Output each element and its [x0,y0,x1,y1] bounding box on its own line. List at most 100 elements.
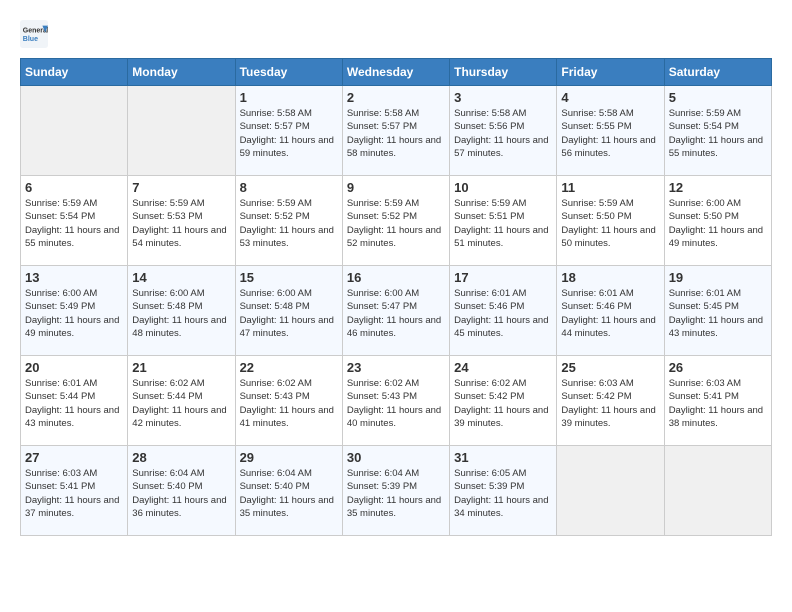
day-number: 20 [25,360,123,375]
day-info: Sunrise: 6:01 AM Sunset: 5:46 PM Dayligh… [561,287,659,340]
header-cell-friday: Friday [557,59,664,86]
day-cell: 3Sunrise: 5:58 AM Sunset: 5:56 PM Daylig… [450,86,557,176]
day-number: 4 [561,90,659,105]
day-info: Sunrise: 6:03 AM Sunset: 5:42 PM Dayligh… [561,377,659,430]
day-number: 11 [561,180,659,195]
day-number: 10 [454,180,552,195]
day-cell: 30 Sunrise: 6:04 AM Sunset: 5:39 PM Dayli… [342,446,449,536]
day-info: Sunrise: 5:58 AM Sunset: 5:57 PM Dayligh… [240,107,338,160]
day-number: 18 [561,270,659,285]
svg-text:Blue: Blue [23,36,38,43]
week-row-2: 6 Sunrise: 5:59 AM Sunset: 5:54 PM Daylig… [21,176,772,266]
day-info: Sunrise: 6:01 AM Sunset: 5:45 PM Dayligh… [669,287,767,340]
day-number: 8 [240,180,338,195]
day-cell: 28 Sunrise: 6:04 AM Sunset: 5:40 PM Dayli… [128,446,235,536]
day-cell: 29Sunrise: 6:04 AM Sunset: 5:40 PM Dayli… [235,446,342,536]
day-info: Sunrise: 5:59 AM Sunset: 5:50 PM Dayligh… [561,197,659,250]
day-cell: 8 Sunrise: 5:59 AM Sunset: 5:52 PM Daylig… [235,176,342,266]
calendar-body: 1 Sunrise: 5:58 AM Sunset: 5:57 PM Daylig… [21,86,772,536]
day-number: 17 [454,270,552,285]
day-number: 3 [454,90,552,105]
day-number: 25 [561,360,659,375]
day-info: Sunrise: 6:01 AM Sunset: 5:46 PM Dayligh… [454,287,552,340]
day-info: Sunrise: 5:59 AM Sunset: 5:53 PM Dayligh… [132,197,230,250]
day-info: Sunrise: 6:00 AM Sunset: 5:48 PM Dayligh… [132,287,230,340]
day-info: Sunrise: 6:03 AM Sunset: 5:41 PM Dayligh… [25,467,123,520]
day-number: 5 [669,90,767,105]
day-cell: 21 Sunrise: 6:02 AM Sunset: 5:44 PM Dayli… [128,356,235,446]
day-cell: 14Sunrise: 6:00 AM Sunset: 5:48 PM Dayli… [128,266,235,356]
day-info: Sunrise: 6:00 AM Sunset: 5:47 PM Dayligh… [347,287,445,340]
header-cell-wednesday: Wednesday [342,59,449,86]
day-number: 7 [132,180,230,195]
day-cell: 25 Sunrise: 6:03 AM Sunset: 5:42 PM Dayli… [557,356,664,446]
day-info: Sunrise: 5:58 AM Sunset: 5:57 PM Dayligh… [347,107,445,160]
day-info: Sunrise: 6:00 AM Sunset: 5:49 PM Dayligh… [25,287,123,340]
header-cell-saturday: Saturday [664,59,771,86]
day-cell: 31 Sunrise: 6:05 AM Sunset: 5:39 PM Dayli… [450,446,557,536]
day-info: Sunrise: 6:02 AM Sunset: 5:42 PM Dayligh… [454,377,552,430]
day-number: 12 [669,180,767,195]
day-cell: 24Sunrise: 6:02 AM Sunset: 5:42 PM Dayli… [450,356,557,446]
day-info: Sunrise: 5:58 AM Sunset: 5:55 PM Dayligh… [561,107,659,160]
day-number: 15 [240,270,338,285]
day-cell: 4 Sunrise: 5:58 AM Sunset: 5:55 PM Daylig… [557,86,664,176]
header-cell-monday: Monday [128,59,235,86]
day-cell: 16Sunrise: 6:00 AM Sunset: 5:47 PM Dayli… [342,266,449,356]
day-cell [664,446,771,536]
day-number: 31 [454,450,552,465]
day-number: 19 [669,270,767,285]
calendar-table: SundayMondayTuesdayWednesdayThursdayFrid… [20,58,772,536]
day-number: 13 [25,270,123,285]
day-info: Sunrise: 6:00 AM Sunset: 5:50 PM Dayligh… [669,197,767,250]
day-number: 2 [347,90,445,105]
day-number: 9 [347,180,445,195]
header-cell-sunday: Sunday [21,59,128,86]
day-info: Sunrise: 6:04 AM Sunset: 5:40 PM Dayligh… [132,467,230,520]
day-cell [557,446,664,536]
day-cell: 9 Sunrise: 5:59 AM Sunset: 5:52 PM Daylig… [342,176,449,266]
header-row: SundayMondayTuesdayWednesdayThursdayFrid… [21,59,772,86]
day-info: Sunrise: 6:03 AM Sunset: 5:41 PM Dayligh… [669,377,767,430]
day-number: 1 [240,90,338,105]
day-number: 30 [347,450,445,465]
day-info: Sunrise: 6:00 AM Sunset: 5:48 PM Dayligh… [240,287,338,340]
calendar-header: SundayMondayTuesdayWednesdayThursdayFrid… [21,59,772,86]
day-number: 6 [25,180,123,195]
day-info: Sunrise: 6:05 AM Sunset: 5:39 PM Dayligh… [454,467,552,520]
day-number: 29 [240,450,338,465]
day-cell: 26 Sunrise: 6:03 AM Sunset: 5:41 PM Dayli… [664,356,771,446]
day-number: 23 [347,360,445,375]
day-info: Sunrise: 6:02 AM Sunset: 5:43 PM Dayligh… [347,377,445,430]
day-number: 28 [132,450,230,465]
header: General Blue [20,20,772,48]
day-number: 22 [240,360,338,375]
day-info: Sunrise: 6:04 AM Sunset: 5:39 PM Dayligh… [347,467,445,520]
day-info: Sunrise: 5:59 AM Sunset: 5:54 PM Dayligh… [25,197,123,250]
week-row-1: 1 Sunrise: 5:58 AM Sunset: 5:57 PM Daylig… [21,86,772,176]
day-cell: 11 Sunrise: 5:59 AM Sunset: 5:50 PM Dayli… [557,176,664,266]
day-cell: 6 Sunrise: 5:59 AM Sunset: 5:54 PM Daylig… [21,176,128,266]
day-cell: 12 Sunrise: 6:00 AM Sunset: 5:50 PM Dayli… [664,176,771,266]
day-info: Sunrise: 6:01 AM Sunset: 5:44 PM Dayligh… [25,377,123,430]
day-cell: 15 Sunrise: 6:00 AM Sunset: 5:48 PM Dayli… [235,266,342,356]
day-cell: 17 Sunrise: 6:01 AM Sunset: 5:46 PM Dayli… [450,266,557,356]
day-cell: 20 Sunrise: 6:01 AM Sunset: 5:44 PM Dayli… [21,356,128,446]
day-cell: 5Sunrise: 5:59 AM Sunset: 5:54 PM Daylig… [664,86,771,176]
header-cell-tuesday: Tuesday [235,59,342,86]
day-cell: 10 Sunrise: 5:59 AM Sunset: 5:51 PM Dayli… [450,176,557,266]
day-info: Sunrise: 5:59 AM Sunset: 5:51 PM Dayligh… [454,197,552,250]
day-info: Sunrise: 6:02 AM Sunset: 5:44 PM Dayligh… [132,377,230,430]
day-number: 21 [132,360,230,375]
day-info: Sunrise: 5:59 AM Sunset: 5:52 PM Dayligh… [347,197,445,250]
logo: General Blue [20,20,48,48]
day-info: Sunrise: 5:59 AM Sunset: 5:52 PM Dayligh… [240,197,338,250]
day-cell: 22 Sunrise: 6:02 AM Sunset: 5:43 PM Dayli… [235,356,342,446]
logo-icon: General Blue [20,20,48,48]
day-cell [128,86,235,176]
day-cell [21,86,128,176]
week-row-5: 27Sunrise: 6:03 AM Sunset: 5:41 PM Dayli… [21,446,772,536]
day-cell: 18 Sunrise: 6:01 AM Sunset: 5:46 PM Dayli… [557,266,664,356]
day-number: 26 [669,360,767,375]
day-info: Sunrise: 6:02 AM Sunset: 5:43 PM Dayligh… [240,377,338,430]
